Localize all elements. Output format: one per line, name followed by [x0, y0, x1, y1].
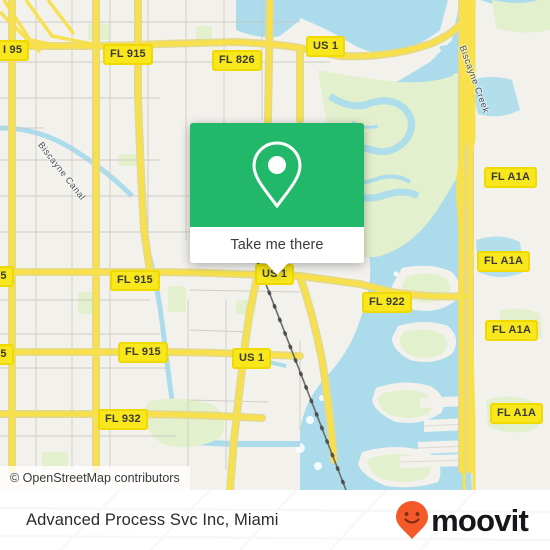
moovit-map-screenshot: I 95 FL 915 FL 826 US 1 FL A1A FL A1A 95… — [0, 0, 550, 550]
road-shield-fl932[interactable]: FL 932 — [98, 409, 148, 430]
place-title: Advanced Process Svc Inc, Miami — [26, 510, 279, 529]
road-shield-fl915-south[interactable]: FL 915 — [118, 342, 168, 363]
take-me-there-label: Take me there — [230, 237, 324, 253]
road-shield-fla1a-4[interactable]: FL A1A — [490, 403, 544, 424]
road-shield-fl915-north[interactable]: FL 915 — [103, 44, 153, 65]
osm-attribution-text: © OpenStreetMap contributors — [10, 471, 180, 485]
road-shield-i95-north[interactable]: I 95 — [0, 40, 30, 61]
osm-attribution[interactable]: © OpenStreetMap contributors — [0, 466, 190, 490]
map-canvas[interactable]: I 95 FL 915 FL 826 US 1 FL A1A FL A1A 95… — [0, 0, 550, 490]
footer-bar: Advanced Process Svc Inc, Miami moovit — [0, 490, 550, 550]
moovit-smiley-pin-icon — [396, 501, 429, 539]
moovit-wordmark: moovit — [431, 502, 529, 538]
road-shield-fl915-mid[interactable]: FL 915 — [110, 270, 160, 291]
road-shield-fla1a-1[interactable]: FL A1A — [484, 167, 538, 188]
road-shield-95-south[interactable]: 95 — [0, 344, 14, 365]
road-shield-fla1a-2[interactable]: FL A1A — [477, 251, 531, 272]
popup-action-panel[interactable]: Take me there — [190, 227, 364, 263]
map-pin-icon — [252, 141, 302, 209]
road-shield-fla1a-3[interactable]: FL A1A — [485, 320, 539, 341]
road-shield-us1-south[interactable]: US 1 — [232, 348, 272, 369]
road-shield-95-mid[interactable]: 95 — [0, 266, 14, 287]
popup-pin-panel — [190, 123, 364, 227]
moovit-brand-logo[interactable]: moovit — [395, 500, 529, 540]
road-shield-fl922[interactable]: FL 922 — [362, 292, 412, 313]
road-shield-fl826[interactable]: FL 826 — [212, 50, 262, 71]
road-shield-us1-north[interactable]: US 1 — [306, 36, 346, 57]
destination-popup-card[interactable]: Take me there — [190, 123, 364, 275]
